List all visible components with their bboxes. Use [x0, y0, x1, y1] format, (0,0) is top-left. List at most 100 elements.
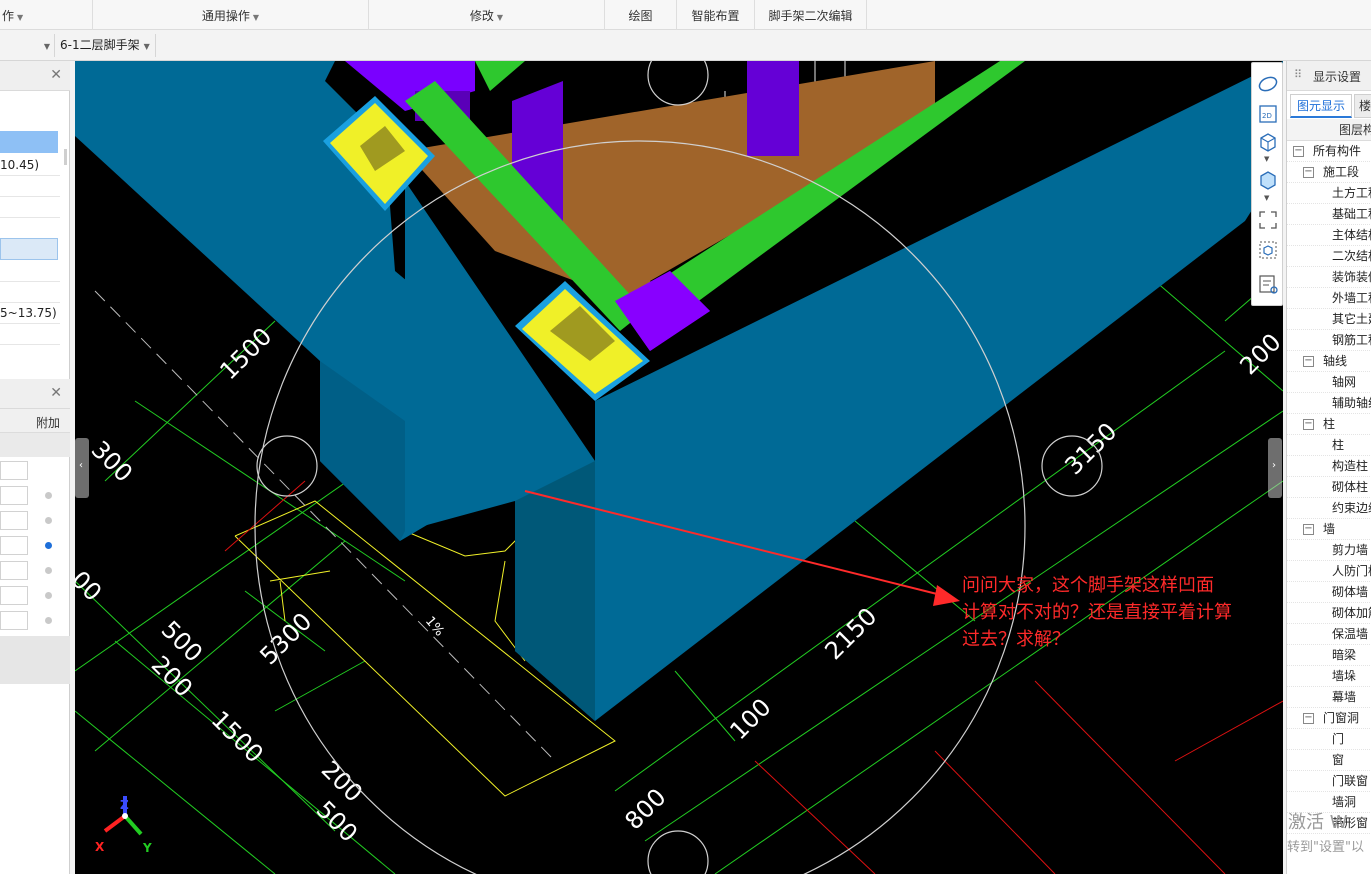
- prop-radio[interactable]: [45, 567, 52, 574]
- tree-item-label: 二次结构: [1332, 249, 1371, 263]
- tree-item[interactable]: 砌体加筋: [1287, 603, 1371, 624]
- prop-input[interactable]: [0, 486, 28, 505]
- tree-item[interactable]: − 柱: [1287, 414, 1371, 435]
- prop-radio[interactable]: [45, 517, 52, 524]
- list-item[interactable]: [0, 282, 60, 303]
- tree-item[interactable]: − 所有构件: [1287, 141, 1371, 162]
- tree-item[interactable]: 装饰装修: [1287, 267, 1371, 288]
- tree-item[interactable]: 窗: [1287, 750, 1371, 771]
- tab-floor[interactable]: 楼: [1354, 94, 1371, 118]
- tree-item[interactable]: 门联窗: [1287, 771, 1371, 792]
- tree-item[interactable]: 门: [1287, 729, 1371, 750]
- view-cube-icon[interactable]: [1257, 169, 1279, 191]
- ribbon-tab-label: 作: [2, 9, 15, 23]
- tree-item-label: 施工段: [1323, 165, 1360, 179]
- ribbon-tab-construct[interactable]: 作 ▼: [0, 0, 93, 30]
- tree-item[interactable]: 外墙工程: [1287, 288, 1371, 309]
- view-2d-icon[interactable]: 2D: [1257, 103, 1279, 125]
- collapse-icon[interactable]: −: [1303, 356, 1314, 367]
- close-icon[interactable]: ✕: [50, 67, 62, 83]
- tree-item[interactable]: − 门窗洞: [1287, 708, 1371, 729]
- tree-item[interactable]: 基础工程: [1287, 204, 1371, 225]
- tree-item[interactable]: 主体结构: [1287, 225, 1371, 246]
- list-item[interactable]: 10.45): [0, 155, 60, 176]
- prop-radio-selected[interactable]: [45, 542, 52, 549]
- tree-item-label: 砌体墙: [1332, 585, 1369, 599]
- purple-column: [747, 61, 799, 156]
- svg-text:2D: 2D: [1262, 112, 1272, 120]
- tree-item[interactable]: 钢筋工程: [1287, 330, 1371, 351]
- scrollbar-thumb[interactable]: [64, 149, 67, 165]
- list-item[interactable]: [0, 176, 60, 197]
- prop-radio[interactable]: [45, 492, 52, 499]
- tree-item-label: 轴网: [1332, 375, 1357, 389]
- tree-item[interactable]: 幕墙: [1287, 687, 1371, 708]
- component-select[interactable]: 6-1二层脚手架 ▼: [60, 34, 156, 57]
- tree-item[interactable]: 土方工程: [1287, 183, 1371, 204]
- tree-item-label: 构造柱: [1332, 459, 1369, 473]
- collapse-icon[interactable]: −: [1303, 713, 1314, 724]
- x-axis-label: X: [95, 840, 105, 854]
- list-item[interactable]: [0, 197, 60, 218]
- collapse-icon[interactable]: −: [1303, 419, 1314, 430]
- tree-item[interactable]: 构造柱: [1287, 456, 1371, 477]
- prop-radio[interactable]: [45, 617, 52, 624]
- orbit-icon[interactable]: [1257, 73, 1279, 95]
- collapse-icon[interactable]: −: [1303, 524, 1314, 535]
- list-item[interactable]: [0, 324, 60, 345]
- ribbon-tab-draw[interactable]: 绘图: [605, 0, 677, 30]
- display-settings-icon[interactable]: [1257, 273, 1279, 295]
- tree-item[interactable]: − 施工段: [1287, 162, 1371, 183]
- tab-element-display[interactable]: 图元显示: [1290, 94, 1352, 118]
- tree-item[interactable]: − 墙: [1287, 519, 1371, 540]
- tree-item[interactable]: − 轴线: [1287, 351, 1371, 372]
- dimension-label: 300: [86, 435, 138, 487]
- prop-input[interactable]: [0, 536, 28, 555]
- ribbon-tab-general-ops[interactable]: 通用操作 ▼: [93, 0, 369, 30]
- tree-item[interactable]: 砌体柱: [1287, 477, 1371, 498]
- drawing-viewport[interactable]: 1500 300 500 200 1500 200 500 800 100 21…: [75, 61, 1283, 874]
- prop-input[interactable]: [0, 561, 28, 580]
- prop-input[interactable]: [0, 511, 28, 530]
- tab-label: 楼: [1359, 99, 1371, 113]
- tree-item[interactable]: 暗梁: [1287, 645, 1371, 666]
- floor-select[interactable]: ▼: [0, 34, 55, 57]
- list-item-selected[interactable]: [0, 131, 58, 153]
- collapse-icon[interactable]: −: [1293, 146, 1304, 157]
- tree-item-label: 辅助轴线: [1332, 396, 1371, 410]
- activation-watermark-sub: 转到"设置"以: [1287, 840, 1364, 855]
- list-item[interactable]: [0, 261, 60, 282]
- drag-handle-icon[interactable]: ⠿: [1294, 68, 1302, 81]
- prop-radio[interactable]: [45, 592, 52, 599]
- chevron-down-icon[interactable]: ▼: [1264, 194, 1269, 202]
- secondary-toolbar: ▼ 6-1二层脚手架 ▼: [0, 30, 1371, 61]
- dimension-label: 2150: [819, 602, 882, 665]
- prop-input[interactable]: [0, 611, 28, 630]
- ribbon-tab-scaffold-edit[interactable]: 脚手架二次编辑: [755, 0, 867, 30]
- tree-item[interactable]: 轴网: [1287, 372, 1371, 393]
- view-3d-icon[interactable]: [1257, 131, 1279, 153]
- box-select-icon[interactable]: [1257, 239, 1279, 261]
- chevron-down-icon[interactable]: ▼: [1264, 155, 1269, 163]
- tree-item[interactable]: 约束边缘: [1287, 498, 1371, 519]
- tree-item[interactable]: 剪力墙: [1287, 540, 1371, 561]
- tree-item[interactable]: 人防门框: [1287, 561, 1371, 582]
- collapse-icon[interactable]: −: [1303, 167, 1314, 178]
- list-item-highlighted[interactable]: [0, 238, 58, 260]
- zoom-extents-icon[interactable]: [1257, 209, 1279, 231]
- tree-item[interactable]: 墙垛: [1287, 666, 1371, 687]
- tree-item[interactable]: 辅助轴线: [1287, 393, 1371, 414]
- tree-item[interactable]: 保温墙: [1287, 624, 1371, 645]
- tree-item[interactable]: 二次结构: [1287, 246, 1371, 267]
- prop-input[interactable]: [0, 461, 28, 480]
- list-item[interactable]: 5~13.75): [0, 303, 60, 324]
- tree-item[interactable]: 柱: [1287, 435, 1371, 456]
- ribbon-tab-modify[interactable]: 修改 ▼: [369, 0, 605, 30]
- tree-item[interactable]: 其它土建: [1287, 309, 1371, 330]
- prop-input[interactable]: [0, 586, 28, 605]
- close-icon[interactable]: ✕: [50, 385, 62, 401]
- column-header-label: 图层构: [1339, 123, 1371, 137]
- tree-item[interactable]: 砌体墙: [1287, 582, 1371, 603]
- ribbon-tab-smart-layout[interactable]: 智能布置: [677, 0, 755, 30]
- slope-label: 1%: [422, 614, 447, 639]
